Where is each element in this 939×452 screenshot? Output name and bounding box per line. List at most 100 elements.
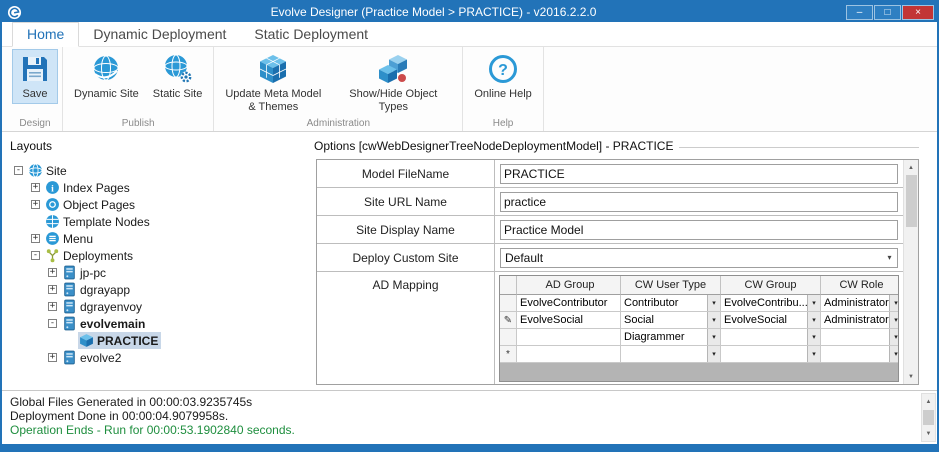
chevron-down-icon[interactable]: ▾ — [707, 312, 720, 328]
ribbon-group-design: Save Design — [8, 47, 63, 131]
expander-icon[interactable]: + — [48, 285, 57, 294]
static-site-button[interactable]: Static Site — [146, 49, 210, 104]
object-types-icon — [377, 53, 409, 85]
chevron-down-icon[interactable]: ▾ — [707, 329, 720, 345]
expander-icon[interactable]: + — [31, 200, 40, 209]
chevron-down-icon[interactable]: ▾ — [707, 295, 720, 311]
cell-cw-role[interactable]: ▾ — [821, 346, 899, 363]
tab-dynamic-deployment[interactable]: Dynamic Deployment — [79, 23, 240, 46]
expander-icon[interactable]: + — [48, 353, 57, 362]
scroll-up-icon[interactable]: ▲ — [922, 394, 935, 409]
expander-icon[interactable]: - — [48, 319, 57, 328]
tree-item-deployments[interactable]: - Deployments — [10, 247, 310, 264]
chevron-down-icon[interactable]: ▾ — [807, 312, 820, 328]
cell-cw-user-type[interactable]: Social▾ — [621, 312, 721, 329]
chevron-down-icon[interactable]: ▾ — [889, 329, 899, 345]
tree-item-site[interactable]: - Site — [10, 162, 310, 179]
minimize-button[interactable]: – — [846, 5, 873, 20]
cell-cw-group[interactable]: EvolveSocial▾ — [721, 312, 821, 329]
tab-home[interactable]: Home — [12, 22, 79, 47]
groupbox-line — [679, 147, 919, 148]
row-marker — [500, 329, 517, 346]
tree-item-dgrayenvoy[interactable]: + dgrayenvoy — [10, 298, 310, 315]
form-row-model-filename: Model FileName — [317, 160, 903, 188]
chevron-down-icon[interactable]: ▾ — [807, 329, 820, 345]
cell-ad-group[interactable]: EvolveSocial — [517, 312, 621, 329]
scroll-down-icon[interactable]: ▼ — [922, 426, 935, 441]
ad-mapping-label: AD Mapping — [317, 272, 495, 384]
app-logo-icon — [7, 5, 22, 20]
tree-item-object-pages[interactable]: + Object Pages — [10, 196, 310, 213]
row-marker-new: * — [500, 346, 517, 363]
chevron-down-icon[interactable]: ▾ — [807, 295, 820, 311]
show-hide-object-types-button[interactable]: Show/Hide Object Types — [328, 49, 458, 116]
expander-icon[interactable]: - — [31, 251, 40, 260]
svg-text:i: i — [51, 183, 54, 194]
chevron-down-icon[interactable]: ▾ — [882, 253, 897, 262]
deploy-custom-site-select[interactable]: Default ▾ — [500, 248, 898, 268]
expander-icon[interactable]: + — [31, 183, 40, 192]
col-header-ad-group[interactable]: AD Group — [517, 276, 621, 295]
cell-cw-group[interactable]: EvolveContribu...▾ — [721, 295, 821, 312]
tree-item-template-nodes[interactable]: Template Nodes — [10, 213, 310, 230]
window-controls: – □ × — [845, 5, 934, 20]
titlebar: Evolve Designer (Practice Model > PRACTI… — [2, 2, 937, 22]
col-header-cw-role[interactable]: CW Role — [821, 276, 899, 295]
ad-mapping-table: AD Group CW User Type CW Group CW Role E… — [499, 275, 899, 382]
cell-cw-group[interactable]: ▾ — [721, 346, 821, 363]
cell-cw-user-type[interactable]: Diagrammer▾ — [621, 329, 721, 346]
cell-cw-role[interactable]: ▾ — [821, 329, 899, 346]
cell-cw-user-type[interactable]: ▾ — [621, 346, 721, 363]
chevron-down-icon[interactable]: ▾ — [707, 346, 720, 362]
col-header-cw-group[interactable]: CW Group — [721, 276, 821, 295]
save-icon — [19, 53, 51, 85]
tree-item-evolvemain[interactable]: - evolvemain — [10, 315, 310, 332]
scroll-up-icon[interactable]: ▲ — [904, 160, 918, 175]
expander-icon[interactable]: - — [14, 166, 23, 175]
info-icon: i — [45, 180, 60, 195]
expander-icon[interactable]: + — [48, 302, 57, 311]
tab-static-deployment[interactable]: Static Deployment — [240, 23, 382, 46]
group-label-design: Design — [12, 116, 58, 131]
dynamic-site-button[interactable]: Dynamic Site — [67, 49, 146, 104]
scroll-down-icon[interactable]: ▼ — [904, 369, 918, 384]
scrollbar-thumb[interactable] — [906, 175, 917, 227]
ad-table-row: EvolveContributor Contributor▾ EvolveCon… — [500, 295, 898, 312]
cell-ad-group[interactable]: EvolveContributor — [517, 295, 621, 312]
expander-icon[interactable]: + — [31, 234, 40, 243]
tree-item-practice[interactable]: PRACTICE — [10, 332, 310, 349]
update-meta-model-button[interactable]: Update Meta Model & Themes — [218, 49, 328, 116]
chevron-down-icon[interactable]: ▾ — [889, 295, 899, 311]
options-scrollbar[interactable]: ▲ ▼ — [903, 160, 918, 384]
tree-item-jp-pc[interactable]: + jp-pc — [10, 264, 310, 281]
site-url-input[interactable] — [500, 192, 898, 212]
online-help-button[interactable]: ? Online Help — [467, 49, 538, 104]
tree-item-menu[interactable]: + Menu — [10, 230, 310, 247]
save-button[interactable]: Save — [12, 49, 58, 104]
scrollbar-thumb[interactable] — [923, 410, 934, 425]
tree-item-index-pages[interactable]: + iIndex Pages — [10, 179, 310, 196]
col-header-cw-user-type[interactable]: CW User Type — [621, 276, 721, 295]
chevron-down-icon[interactable]: ▾ — [889, 346, 899, 362]
app-window: Evolve Designer (Practice Model > PRACTI… — [0, 0, 939, 452]
cell-ad-group[interactable] — [517, 329, 621, 346]
model-filename-input[interactable] — [500, 164, 898, 184]
site-display-input[interactable] — [500, 220, 898, 240]
cell-cw-user-type[interactable]: Contributor▾ — [621, 295, 721, 312]
form-row-site-url: Site URL Name — [317, 188, 903, 216]
chevron-down-icon[interactable]: ▾ — [807, 346, 820, 362]
cell-ad-group[interactable] — [517, 346, 621, 363]
close-button[interactable]: × — [902, 5, 934, 20]
cell-cw-role[interactable]: Administrator▾ — [821, 295, 899, 312]
menu-icon — [45, 231, 60, 246]
maximize-button[interactable]: □ — [874, 5, 901, 20]
expander-icon[interactable]: + — [48, 268, 57, 277]
status-scrollbar[interactable]: ▲ ▼ — [921, 393, 936, 442]
scrollbar-track[interactable] — [904, 227, 918, 369]
tree-item-evolve2[interactable]: + evolve2 — [10, 349, 310, 366]
cell-cw-group[interactable]: ▾ — [721, 329, 821, 346]
cell-cw-role[interactable]: Administrator▾ — [821, 312, 899, 329]
chevron-down-icon[interactable]: ▾ — [889, 312, 899, 328]
tree-item-dgrayapp[interactable]: + dgrayapp — [10, 281, 310, 298]
dynamic-site-label: Dynamic Site — [74, 88, 139, 101]
